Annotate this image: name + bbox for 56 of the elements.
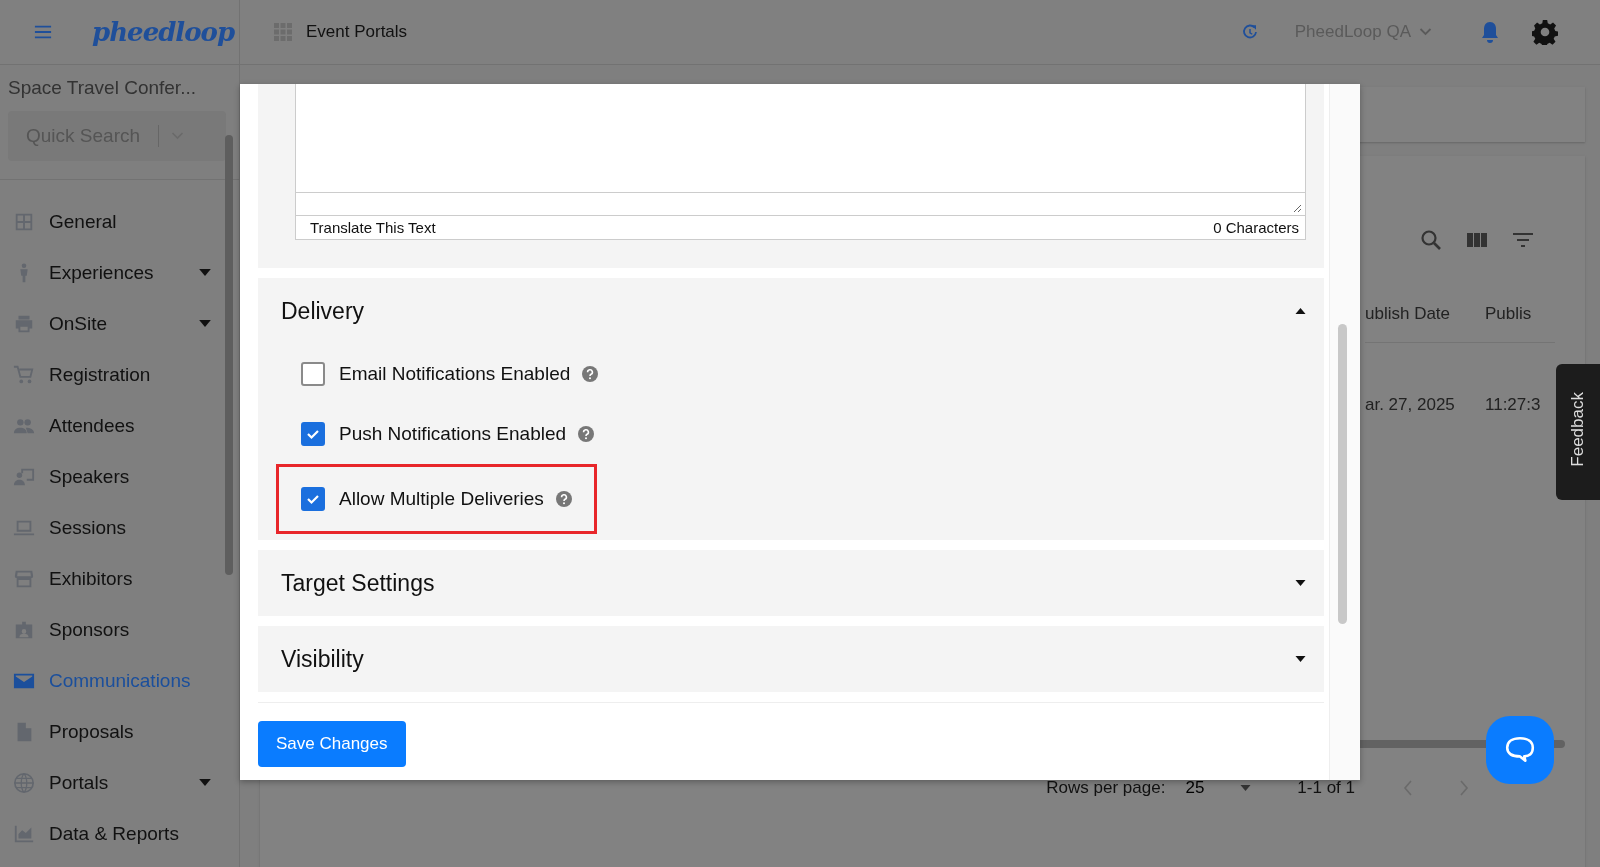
checkbox-label[interactable]: Push Notifications Enabled bbox=[339, 423, 567, 445]
page-range: 1-1 of 1 bbox=[1297, 778, 1355, 798]
globe-icon bbox=[13, 771, 35, 794]
checkbox[interactable] bbox=[301, 487, 325, 511]
accordion-header[interactable]: Delivery bbox=[258, 278, 1324, 344]
rows-per-page-dropdown[interactable]: 25 bbox=[1185, 778, 1252, 798]
help-icon[interactable] bbox=[578, 426, 595, 442]
cart-icon bbox=[13, 363, 35, 386]
sidebar-item[interactable]: Attendees bbox=[0, 400, 239, 451]
collapse-caret-icon bbox=[1295, 308, 1306, 314]
resize-handle-icon[interactable] bbox=[1292, 203, 1302, 213]
scrollbar-thumb[interactable] bbox=[225, 135, 233, 575]
accordion-header[interactable]: Target Settings bbox=[258, 550, 1324, 616]
app-title: Event Portals bbox=[306, 22, 408, 42]
table-cell-text: ar. 27, 2025 bbox=[1365, 395, 1456, 415]
sidebar-item[interactable]: Registration bbox=[0, 349, 239, 400]
settings-icon[interactable] bbox=[1532, 19, 1558, 45]
scrollbar-thumb[interactable] bbox=[1338, 324, 1347, 624]
checkbox-label[interactable]: Email Notifications Enabled bbox=[339, 363, 571, 385]
character-count: 0 Characters bbox=[1213, 219, 1299, 236]
search-icon[interactable] bbox=[1419, 228, 1443, 252]
chevron-down-icon bbox=[1419, 28, 1432, 36]
sidebar-item[interactable]: Sponsors bbox=[0, 604, 239, 655]
column-header[interactable]: Publis bbox=[1485, 304, 1555, 324]
sidebar-item[interactable]: Experiences bbox=[0, 247, 239, 298]
chat-button[interactable] bbox=[1486, 716, 1554, 784]
caret-icon bbox=[199, 320, 211, 327]
refresh-icon[interactable] bbox=[1240, 23, 1259, 41]
sidebar-item[interactable]: OnSite bbox=[0, 298, 239, 349]
sidebar-item[interactable]: Sessions bbox=[0, 502, 239, 553]
expand-caret-icon bbox=[1295, 580, 1306, 586]
sidebar-item[interactable]: Data & Reports bbox=[0, 808, 239, 859]
sidebar-item[interactable]: Speakers bbox=[0, 451, 239, 502]
menu-icon[interactable] bbox=[34, 25, 52, 39]
checkbox[interactable] bbox=[301, 422, 325, 446]
table-cell-text: 11:27:3 bbox=[1485, 395, 1542, 415]
caret-icon bbox=[199, 269, 211, 276]
caret-icon bbox=[199, 779, 211, 786]
sidebar-item[interactable]: General bbox=[0, 196, 239, 247]
help-icon[interactable] bbox=[582, 366, 599, 382]
event-name: Space Travel Confer... bbox=[8, 77, 197, 99]
sidebar-item[interactable]: Portals bbox=[0, 757, 239, 808]
rows-per-page-label: Rows per page: bbox=[1046, 778, 1166, 798]
translate-link[interactable]: Translate This Text bbox=[310, 219, 436, 236]
caret-icon bbox=[1240, 785, 1252, 791]
save-changes-button[interactable]: Save Changes bbox=[258, 721, 406, 767]
checkbox[interactable] bbox=[301, 362, 325, 386]
column-header[interactable]: ublish Date bbox=[1365, 304, 1485, 324]
sidebar-item[interactable]: Proposals bbox=[0, 706, 239, 757]
sidebar-item[interactable]: Exhibitors bbox=[0, 553, 239, 604]
text-area[interactable]: Translate This Text 0 Characters bbox=[295, 84, 1306, 240]
checkbox-label[interactable]: Allow Multiple Deliveries bbox=[339, 488, 544, 510]
feedback-tab[interactable]: Feedback bbox=[1556, 364, 1600, 500]
expand-caret-icon bbox=[1295, 656, 1306, 662]
accordion-header[interactable]: Visibility bbox=[258, 626, 1324, 692]
help-icon[interactable] bbox=[555, 491, 572, 507]
